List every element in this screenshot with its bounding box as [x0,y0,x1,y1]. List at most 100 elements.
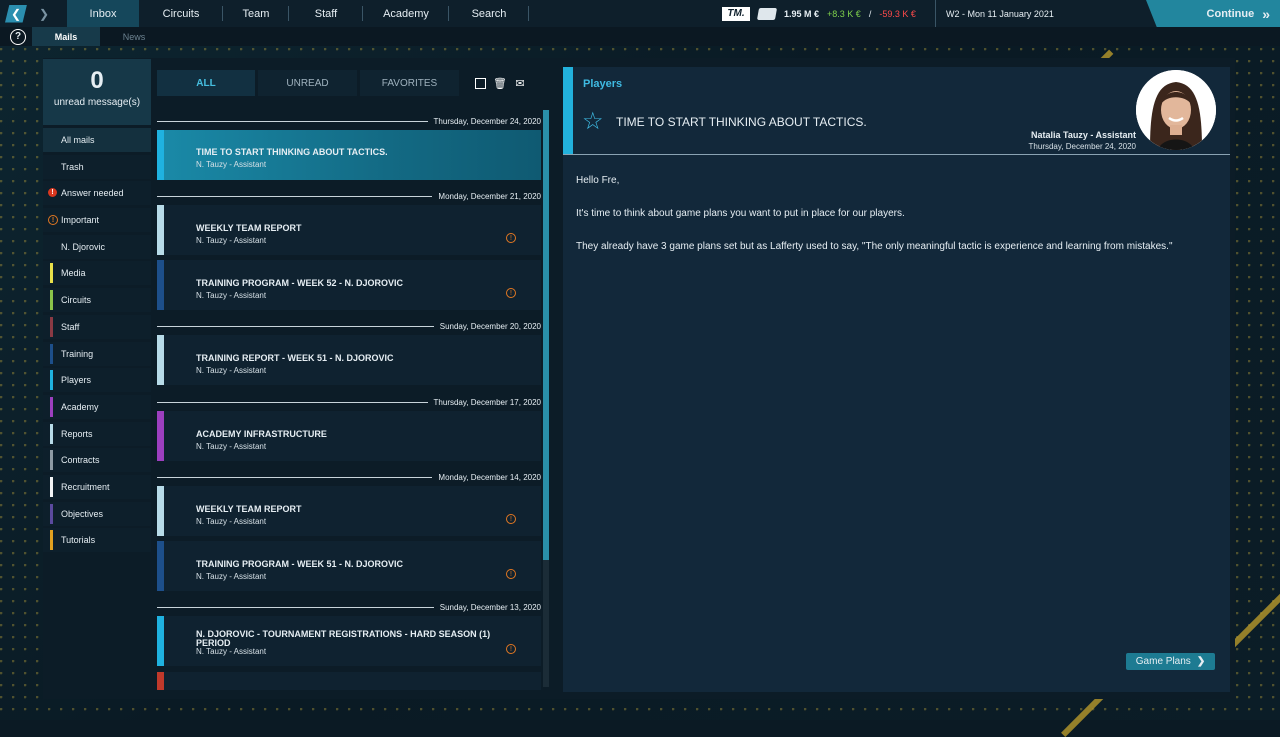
sidebar-item-label: All mails [61,135,95,145]
mail-sender: N. Tauzy - Assistant [196,366,267,375]
sidebar-item-label: Objectives [61,508,104,519]
category-color-bar [50,263,53,284]
tab-team[interactable]: Team [223,0,289,27]
category-color-bar [157,130,164,180]
forward-arrow-icon[interactable]: ❯ [33,5,55,23]
tab-staff[interactable]: Staff [289,0,363,27]
sidebar-item-label: Important [61,215,100,226]
continue-button[interactable]: Continue » [1146,0,1280,27]
mail-folder-sidebar: All mails Trash ! Answer needed ! Importan… [43,128,151,555]
mail-item[interactable]: ACADEMY INFRASTRUCTURE N. Tauzy - Assist… [157,411,541,461]
sidebar-item-contracts[interactable]: Contracts [43,448,151,473]
category-color-bar [157,672,164,690]
mail-sender-name: Natalia Tauzy - Assistant [1030,130,1136,140]
game-plans-button[interactable]: Game Plans ❯ [1126,653,1215,670]
date-separator-label: Thursday, December 17, 2020 [433,397,541,407]
mail-sender: N. Tauzy - Assistant [196,442,267,451]
category-color-bar [157,205,164,255]
mail-sender: N. Tauzy - Assistant [196,517,267,526]
continue-label: Continue [1206,7,1255,20]
sidebar-item-training[interactable]: Training [43,341,151,366]
sidebar-item-tutorials[interactable]: Tutorials [43,528,151,553]
mail-title: TIME TO START THINKING ABOUT TACTICS. [616,115,867,129]
subtab-mails[interactable]: Mails [32,27,100,46]
mail-subject: WEEKLY TEAM REPORT [196,223,302,233]
sidebar-item-recruitment[interactable]: Recruitment [43,474,151,499]
category-color-bar [157,541,164,591]
category-color-bar [50,316,53,337]
date-separator-label: Monday, December 14, 2020 [438,472,541,482]
sender-avatar [1136,70,1216,150]
mail-item[interactable]: TIME TO START THINKING ABOUT TACTICS. N.… [157,130,541,180]
sidebar-item-label: Tutorials [61,535,96,546]
cash-icon [756,7,778,20]
mail-date: Thursday, December 24, 2020 [1028,142,1136,151]
date-separator: Thursday, December 24, 2020 [157,114,541,128]
mail-list-scrollbar[interactable] [543,110,549,687]
sidebar-item-media[interactable]: Media [43,261,151,286]
sidebar-item-players[interactable]: Players [43,368,151,393]
category-accent-bar [563,67,573,154]
mail-item[interactable]: N. DJOROVIC - TOURNAMENT REGISTRATIONS -… [157,616,541,666]
filter-tab-unread[interactable]: UNREAD [258,70,357,96]
sidebar-item-academy[interactable]: Academy [43,394,151,419]
income-value: +8.3 K € [827,8,861,19]
mail-sender: N. Tauzy - Assistant [196,572,267,581]
top-bar: ❮ ❯ Inbox Circuits Team Staff Academy Se… [0,0,1280,27]
back-arrow-icon[interactable]: ❮ [5,4,27,23]
mail-sender: N. Tauzy - Assistant [196,291,267,300]
mail-item[interactable]: TRAINING REPORT - WEEK 51 - N. DJOROVIC … [157,335,541,385]
mail-subject: TRAINING PROGRAM - WEEK 51 - N. DJOROVIC [196,559,404,569]
alert-icon: ! [48,188,57,198]
filter-tab-all[interactable]: ALL [157,70,255,96]
date-separator: Monday, December 14, 2020 [157,470,541,484]
mail-item[interactable] [157,672,541,690]
mail-category: Players [583,78,623,90]
date-separator-label: Thursday, December 24, 2020 [433,116,541,126]
scrollbar-thumb[interactable] [543,110,549,560]
sidebar-item-staff[interactable]: Staff [43,314,151,339]
select-all-checkbox-icon[interactable] [474,77,486,89]
mail-list: Thursday, December 24, 2020 TIME TO STAR… [157,110,541,690]
sidebar-item-label: Media [61,268,86,279]
mail-item[interactable]: WEEKLY TEAM REPORT N. Tauzy - Assistant … [157,205,541,255]
sub-bar: ? Mails News [0,27,1280,46]
sidebar-item-trash[interactable]: Trash [43,154,151,179]
sidebar-item-label: Answer needed [61,188,124,199]
category-color-bar [50,370,53,391]
category-color-bar [157,616,164,666]
date-separator-label: Sunday, December 13, 2020 [439,602,541,612]
subtab-news[interactable]: News [100,27,168,46]
warning-icon: ! [506,569,516,579]
favorite-star-icon[interactable]: ☆ [582,107,604,136]
game-date: W2 - Mon 11 January 2021 [935,0,1054,27]
help-icon[interactable]: ? [10,28,26,45]
nav-arrows: ❮ ❯ [0,0,60,27]
mail-body-paragraph: It's time to think about game plans you … [576,208,905,219]
tab-academy[interactable]: Academy [363,0,449,27]
tab-circuits[interactable]: Circuits [139,0,223,27]
date-separator: Sunday, December 13, 2020 [157,600,541,614]
sidebar-item-answer-needed[interactable]: ! Answer needed [43,181,151,206]
mail-item[interactable]: TRAINING PROGRAM - WEEK 52 - N. DJOROVIC… [157,260,541,310]
filter-tab-favorites[interactable]: FAVORITES [360,70,459,96]
sidebar-item-all-mails[interactable]: All mails [43,128,151,152]
mail-item[interactable]: WEEKLY TEAM REPORT N. Tauzy - Assistant … [157,486,541,536]
sidebar-item-reports[interactable]: Reports [43,421,151,446]
tab-inbox[interactable]: Inbox [67,0,139,27]
sidebar-item-objectives[interactable]: Objectives [43,501,151,526]
sidebar-item-n-djorovic[interactable]: N. Djorovic [43,234,151,259]
trash-icon[interactable]: 🗑 [493,77,507,90]
warning-icon: ! [506,514,516,524]
category-color-bar [157,486,164,536]
unread-label: unread message(s) [53,97,141,108]
warning-icon: ! [48,215,58,226]
sidebar-item-important[interactable]: ! Important [43,208,151,233]
sidebar-item-circuits[interactable]: Circuits [43,288,151,313]
sidebar-item-label: Reports [61,428,93,439]
mark-read-envelope-icon[interactable]: ✉ [514,77,526,90]
mail-sender: N. Tauzy - Assistant [196,647,267,656]
mail-item[interactable]: TRAINING PROGRAM - WEEK 51 - N. DJOROVIC… [157,541,541,591]
mail-subject: ACADEMY INFRASTRUCTURE [196,429,327,439]
tab-search[interactable]: Search [449,0,529,27]
